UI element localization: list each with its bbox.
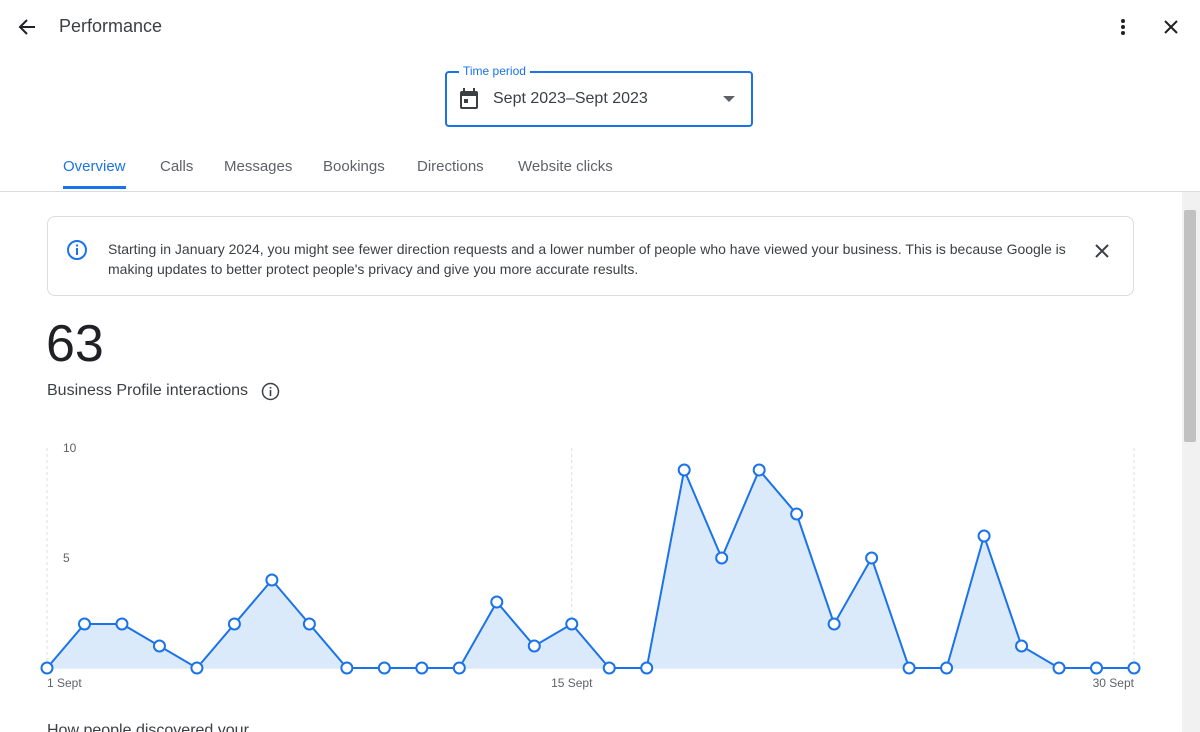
top-bar: Performance	[0, 0, 1200, 54]
data-point	[452, 661, 466, 675]
arrow-back-icon	[18, 19, 35, 35]
data-point	[377, 661, 391, 675]
tab-bar: Overview Calls Messages Bookings Directi…	[0, 150, 1200, 192]
scrollbar-thumb[interactable]	[1184, 210, 1196, 442]
data-point	[227, 617, 241, 631]
time-period-select[interactable]: Time period Sept 2023–Sept 2023	[445, 64, 753, 127]
data-point	[340, 661, 354, 675]
x-tick-label: 30 Sept	[1093, 676, 1135, 690]
data-point	[752, 463, 766, 477]
tab-overview[interactable]: Overview	[63, 158, 126, 189]
time-period-value: Sept 2023–Sept 2023	[493, 90, 648, 107]
data-point	[1090, 661, 1104, 675]
data-point	[640, 661, 654, 675]
interactions-label: Business Profile interactions	[47, 382, 248, 399]
notice-text: Starting in January 2024, you might see …	[108, 241, 1066, 277]
data-point	[977, 529, 991, 543]
y-tick-label: 10	[63, 441, 77, 455]
data-point	[1015, 639, 1029, 653]
x-tick-label: 15 Sept	[551, 676, 593, 690]
tab-directions[interactable]: Directions	[417, 158, 484, 189]
data-point	[677, 463, 691, 477]
tab-bookings[interactable]: Bookings	[323, 158, 385, 189]
data-point	[940, 661, 954, 675]
info-icon	[67, 240, 87, 260]
info-outline-icon[interactable]	[261, 382, 280, 401]
data-point	[602, 661, 616, 675]
vertical-scrollbar[interactable]	[1182, 192, 1200, 732]
close-button[interactable]	[1157, 13, 1185, 41]
dropdown-arrow-icon	[723, 96, 735, 102]
data-point	[865, 551, 879, 565]
close-icon	[1164, 20, 1178, 34]
page-title: Performance	[59, 16, 163, 36]
calendar-icon	[460, 88, 478, 109]
data-point	[1127, 661, 1141, 675]
data-point	[565, 617, 579, 631]
tab-calls[interactable]: Calls	[160, 158, 193, 189]
more-vert-icon	[1121, 19, 1125, 35]
data-point	[265, 573, 279, 587]
data-point	[827, 617, 841, 631]
data-point	[77, 617, 91, 631]
back-button[interactable]	[12, 12, 42, 42]
tab-messages[interactable]: Messages	[224, 158, 292, 189]
tab-website-clicks[interactable]: Website clicks	[518, 158, 613, 189]
data-point	[152, 639, 166, 653]
time-period-label: Time period	[459, 64, 530, 78]
interactions-chart: 5 10 1 Sept 15 Sept 30 Sept	[40, 441, 1141, 690]
next-section-title: How people discovered your	[47, 722, 249, 732]
data-point	[40, 661, 54, 675]
data-point	[715, 551, 729, 565]
data-point	[490, 595, 504, 609]
data-point	[790, 507, 804, 521]
interactions-total: 63	[46, 315, 104, 373]
privacy-notice-banner: Starting in January 2024, you might see …	[47, 216, 1134, 296]
dismiss-notice-button[interactable]	[1090, 239, 1114, 263]
data-point	[1052, 661, 1066, 675]
y-tick-label: 5	[63, 551, 70, 565]
data-point	[902, 661, 916, 675]
data-point	[190, 661, 204, 675]
data-point	[415, 661, 429, 675]
data-point	[302, 617, 316, 631]
close-icon	[1095, 244, 1109, 258]
series-area	[47, 470, 1134, 668]
more-options-button[interactable]	[1110, 13, 1136, 41]
data-point	[115, 617, 129, 631]
x-tick-label: 1 Sept	[47, 676, 82, 690]
data-point	[527, 639, 541, 653]
